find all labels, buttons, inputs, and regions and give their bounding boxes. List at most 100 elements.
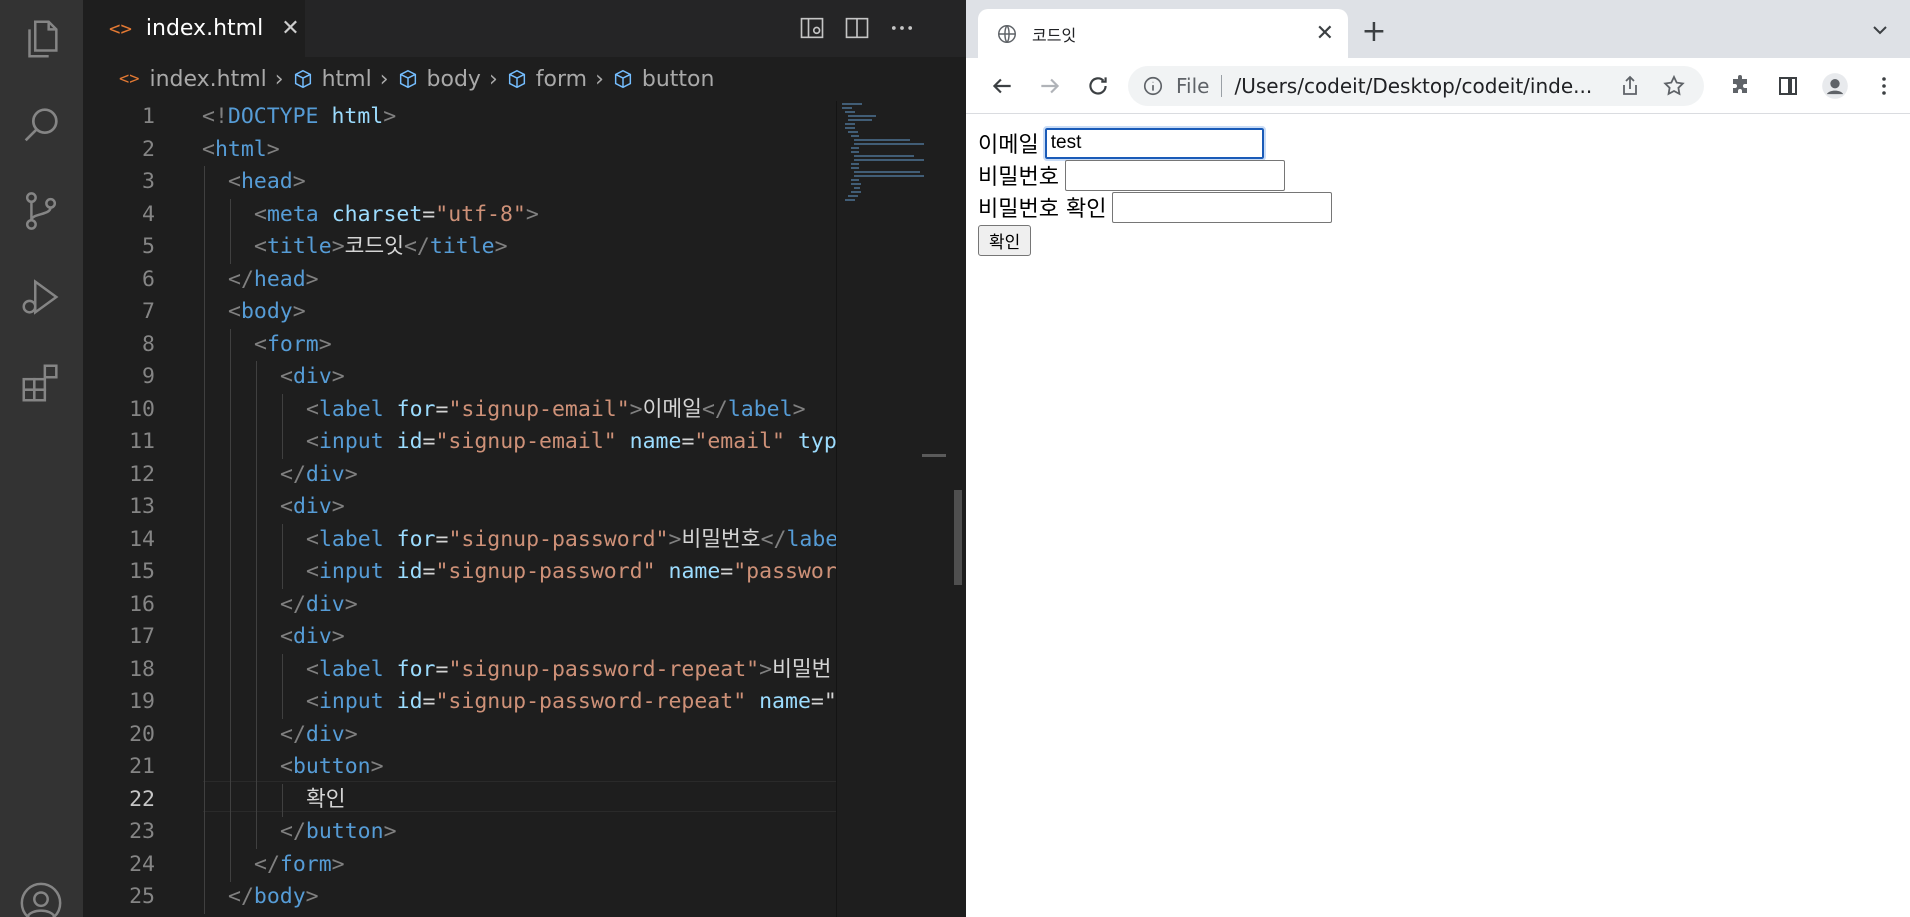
url-text[interactable]: /Users/codeit/Desktop/codeit/inde...: [1234, 74, 1594, 98]
split-editor-icon[interactable]: [841, 12, 873, 44]
vertical-scrollbar[interactable]: [954, 490, 962, 585]
element-cube-icon: [294, 69, 311, 89]
forward-button[interactable]: [1034, 70, 1066, 102]
code-line[interactable]: 22 확인: [83, 783, 836, 817]
code-token: typ: [797, 429, 836, 454]
code-line[interactable]: 11 <input id="signup-email" name="email" …: [83, 426, 836, 459]
code-text: </body>: [228, 881, 319, 913]
code-token: div: [292, 624, 332, 649]
profile-avatar-icon[interactable]: [1821, 72, 1849, 100]
source-control-icon[interactable]: [16, 186, 66, 236]
indent-guide: [204, 231, 205, 264]
submit-button[interactable]: 확인: [978, 225, 1032, 256]
minimap-slider[interactable]: [922, 454, 946, 457]
indent-guide: [230, 458, 231, 492]
code-line[interactable]: 24 </form>: [83, 848, 836, 882]
run-debug-icon[interactable]: [16, 272, 66, 322]
indent-guide: [256, 556, 257, 589]
breadcrumb-item-form[interactable]: form: [536, 67, 587, 92]
address-bar[interactable]: File /Users/codeit/Desktop/codeit/inde..…: [1128, 66, 1704, 106]
code-line[interactable]: 1 <!DOCTYPE html>: [83, 101, 836, 133]
code-token: <: [254, 331, 267, 357]
indent-guide: [282, 523, 283, 557]
indent-guide: [256, 653, 257, 687]
code-line[interactable]: 17 <div>: [83, 621, 836, 654]
code-line[interactable]: 25 </body>: [83, 881, 836, 914]
info-icon[interactable]: [1142, 75, 1164, 97]
code-token: label: [318, 656, 384, 682]
account-icon[interactable]: [16, 878, 66, 917]
reload-icon: [1089, 77, 1107, 95]
code-line[interactable]: 4 <meta charset="utf-8">: [83, 198, 836, 232]
code-line[interactable]: 15 <input id="signup-password" name="pass…: [83, 556, 836, 589]
code-token: charset: [331, 201, 423, 227]
close-tab-icon[interactable]: ✕: [1316, 21, 1334, 46]
password-repeat-field[interactable]: [1112, 191, 1333, 223]
code-line[interactable]: 10 <label for="signup-email">이메일</label>: [83, 393, 836, 427]
indent-guide: [256, 686, 257, 719]
code-editor[interactable]: 1 <!DOCTYPE html> 2 <html> 3 <head> 4 <meta cha…: [83, 101, 836, 917]
extensions-icon[interactable]: [16, 358, 66, 408]
code-token: =: [681, 429, 695, 454]
share-icon[interactable]: [1618, 74, 1642, 98]
code-token: =: [422, 429, 436, 454]
code-line[interactable]: 18 <label for="signup-password-repeat">비밀…: [83, 653, 836, 687]
code-line[interactable]: 19 <input id="signup-password-repeat" nam…: [83, 686, 836, 719]
code-line[interactable]: 14 <label for="signup-password">비밀번호</lab…: [83, 523, 836, 557]
side-panel-icon[interactable]: [1774, 72, 1802, 100]
code-line[interactable]: 8 <form>: [83, 328, 836, 362]
line-number: 19: [129, 689, 155, 714]
code-line[interactable]: 3 <head>: [83, 166, 836, 199]
chevron-right-icon: ›: [274, 66, 284, 92]
code-text: </head>: [228, 264, 319, 296]
code-line[interactable]: 20 </div>: [83, 718, 836, 752]
search-icon[interactable]: [16, 100, 66, 150]
new-tab-button[interactable]: +: [1358, 16, 1390, 48]
files-icon[interactable]: [16, 14, 66, 64]
indent-guide: [204, 393, 205, 427]
code-line[interactable]: 21 <button>: [83, 751, 836, 784]
code-line[interactable]: 23 </button>: [83, 816, 836, 849]
code-line[interactable]: 13 <div>: [83, 491, 836, 524]
reload-button[interactable]: [1082, 70, 1114, 102]
code-line[interactable]: 2 <html>: [83, 134, 836, 166]
code-line[interactable]: 16 </div>: [83, 588, 836, 622]
indent-guide: [282, 556, 283, 589]
line-number: 18: [129, 656, 155, 682]
extensions-puzzle-icon[interactable]: [1726, 72, 1754, 100]
line-number: 24: [129, 851, 155, 877]
email-field[interactable]: [1042, 125, 1266, 161]
tab-index-html[interactable]: <> index.html ✕: [83, 0, 305, 57]
indent-guide: [204, 198, 205, 232]
code-line[interactable]: 9 <div>: [83, 361, 836, 394]
breadcrumb-item-body[interactable]: body: [427, 67, 481, 92]
chrome-menu-icon[interactable]: [1870, 72, 1898, 100]
code-line[interactable]: 7 <body>: [83, 296, 836, 329]
line-number: 14: [129, 526, 155, 552]
code-line[interactable]: 6 </head>: [83, 263, 836, 297]
breadcrumb-item-html[interactable]: html: [322, 67, 372, 92]
code-line[interactable]: 5 <title>코드잇</title>: [83, 231, 836, 264]
password-label: 비밀번호: [978, 165, 1059, 190]
browser-tab[interactable]: 코드잇 ✕: [978, 9, 1348, 58]
code-token: </: [280, 819, 306, 844]
code-token: =: [422, 201, 436, 227]
code-token: label: [727, 396, 793, 422]
code-token: >: [331, 624, 345, 649]
minimap[interactable]: [836, 101, 966, 917]
breadcrumb-item-file[interactable]: index.html: [149, 67, 266, 92]
chevron-down-icon[interactable]: [1868, 18, 1892, 42]
more-actions-icon[interactable]: [886, 12, 918, 44]
password-field[interactable]: [1064, 159, 1285, 191]
code-token: 코드잇: [344, 234, 404, 259]
code-token: title: [429, 234, 495, 259]
close-icon[interactable]: ✕: [281, 16, 299, 41]
code-token: </: [760, 526, 787, 552]
code-line[interactable]: 12 </div>: [83, 458, 836, 492]
breadcrumb-item-button[interactable]: button: [642, 67, 715, 92]
indent-guide: [282, 426, 283, 459]
open-preview-icon[interactable]: [796, 12, 828, 44]
star-icon[interactable]: [1662, 74, 1686, 98]
back-button[interactable]: [986, 70, 1018, 102]
